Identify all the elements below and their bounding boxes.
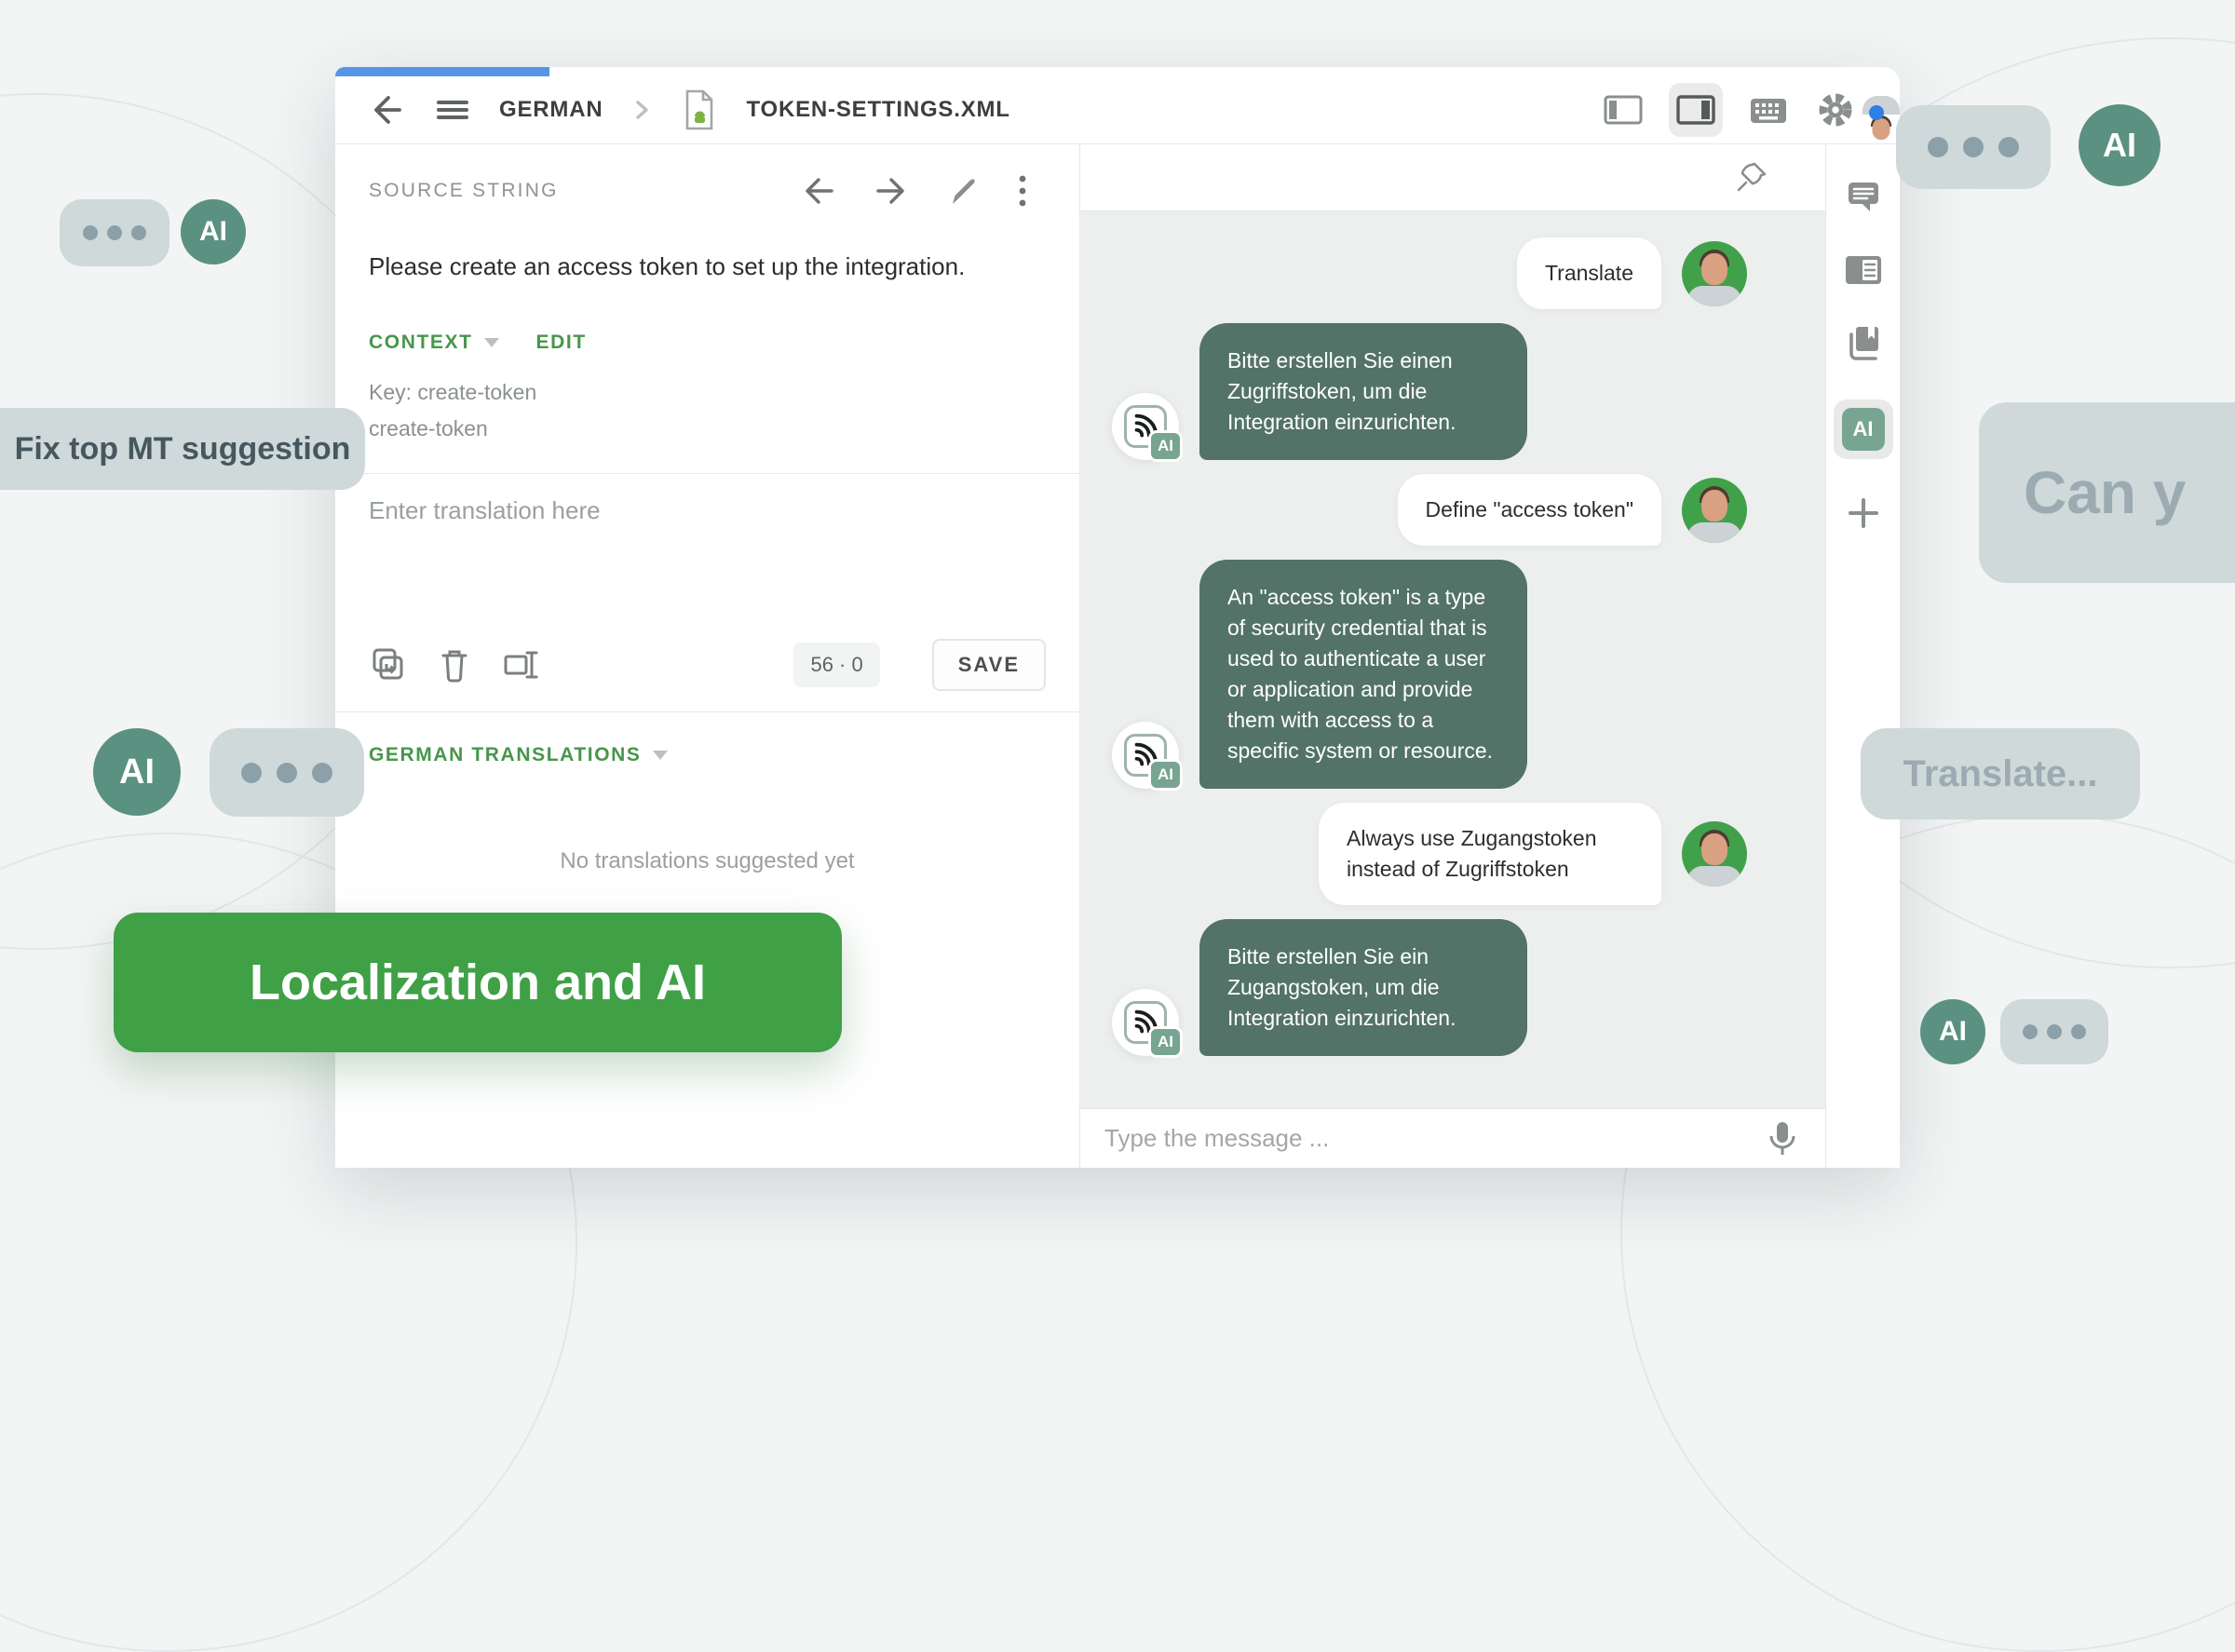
divider (335, 711, 1079, 712)
german-translations-section[interactable]: GERMAN TRANSLATIONS (369, 744, 1046, 766)
decor-dots-bubble (1896, 105, 2051, 189)
german-translations-label: GERMAN TRANSLATIONS (369, 744, 642, 766)
decor-ai-badge: AI (2079, 104, 2160, 186)
chat-message-ai: AI Bitte erstellen Sie einen Zugriffstok… (1080, 323, 1825, 460)
edit-context-link[interactable]: EDIT (536, 332, 587, 354)
next-string-icon[interactable] (873, 174, 910, 208)
breadcrumb-filename[interactable]: TOKEN-SETTINGS.XML (746, 97, 1009, 123)
translation-input[interactable] (369, 496, 1046, 634)
previous-string-icon[interactable] (800, 174, 837, 208)
menu-icon[interactable] (434, 91, 471, 129)
chat-input-bar (1080, 1108, 1825, 1168)
character-counter: 56 · 0 (793, 643, 879, 687)
add-tab-icon[interactable] (1845, 494, 1882, 532)
context-key: Key: create-token (369, 380, 1046, 405)
ai-avatar-badge: AI (1148, 759, 1183, 791)
file-icon (681, 88, 718, 131)
select-text-icon[interactable] (501, 645, 542, 684)
decor-ai-badge: AI (93, 728, 181, 816)
glossary-tab-icon[interactable] (1843, 323, 1884, 364)
clear-translation-icon[interactable] (436, 645, 473, 684)
keyboard-icon[interactable] (1747, 91, 1790, 129)
context-label: CONTEXT (369, 332, 473, 354)
layout-left-panel-icon[interactable] (1602, 90, 1645, 129)
chat-message-input[interactable] (1104, 1124, 1764, 1153)
decor-translate-bubble: Translate... (1861, 728, 2140, 819)
chat-messages: Translate AI Bitte erstellen Sie einen Z… (1080, 211, 1825, 1108)
progress-bar (335, 67, 549, 76)
page: { "colors": { "progress_blue": "#5694e6"… (0, 0, 2235, 1168)
ai-chat-panel: Translate AI Bitte erstellen Sie einen Z… (1080, 144, 1825, 1168)
chat-header (1080, 144, 1825, 211)
decor-dots-bubble (210, 728, 364, 817)
decor-dots-bubble (60, 199, 169, 266)
top-bar: GERMAN TOKEN-SETTINGS.XML (335, 76, 1900, 144)
edit-pencil-icon[interactable] (945, 173, 981, 209)
breadcrumb: GERMAN TOKEN-SETTINGS.XML (365, 88, 1010, 131)
save-button[interactable]: SAVE (932, 639, 1046, 691)
chat-message-user: Define "access token" (1080, 474, 1825, 546)
back-icon[interactable] (365, 89, 406, 130)
pin-icon[interactable] (1734, 159, 1771, 196)
user-avatar (1682, 821, 1747, 887)
message-text: Define "access token" (1398, 474, 1661, 546)
ai-avatar-badge: AI (1148, 1026, 1183, 1058)
message-text: Bitte erstellen Sie ein Zugangstoken, um… (1199, 919, 1527, 1056)
decor-ai-badge: AI (181, 199, 246, 264)
source-string-text: Please create an access token to set up … (369, 252, 1046, 281)
message-text: Always use Zugangstoken instead of Zugri… (1319, 803, 1661, 905)
no-translations-message: No translations suggested yet (369, 848, 1046, 874)
user-avatar (1682, 241, 1747, 306)
message-text: Translate (1517, 237, 1661, 309)
more-options-icon[interactable] (1016, 172, 1029, 210)
chevron-down-icon (484, 338, 499, 347)
ai-avatar: AI (1112, 393, 1179, 460)
chat-message-user: Translate (1080, 237, 1825, 309)
message-text: Bitte erstellen Sie einen Zugriffstoken,… (1199, 323, 1527, 460)
comments-tab-icon[interactable] (1843, 178, 1884, 217)
decor-ai-badge: AI (1920, 999, 1985, 1064)
chat-message-ai: AI Bitte erstellen Sie ein Zugangstoken,… (1080, 919, 1825, 1056)
user-avatar (1682, 478, 1747, 543)
right-sidebar: AI (1825, 144, 1900, 1168)
chevron-right-icon (630, 97, 653, 123)
topbar-actions (1602, 83, 1881, 137)
notification-dot (1869, 105, 1884, 120)
context-card-tab-icon[interactable] (1842, 252, 1885, 288)
ai-avatar: AI (1112, 989, 1179, 1056)
source-string-label: SOURCE STRING (369, 180, 559, 202)
message-text: An "access token" is a type of security … (1199, 560, 1527, 789)
decor-dots-bubble (2000, 999, 2108, 1064)
chevron-down-icon (653, 751, 668, 760)
ai-avatar: AI (1112, 722, 1179, 789)
context-dropdown[interactable]: CONTEXT (369, 332, 499, 354)
ai-assistant-tab[interactable]: AI (1834, 399, 1893, 459)
divider (335, 473, 1079, 474)
breadcrumb-language[interactable]: GERMAN (499, 97, 603, 123)
decor-can-bubble: Can y (1979, 402, 2235, 583)
decor-fix-suggestion-bubble: Fix top MT suggestion (0, 408, 365, 490)
ai-avatar-badge: AI (1148, 430, 1183, 462)
layout-right-panel-icon[interactable] (1669, 83, 1723, 137)
ai-tab-badge: AI (1842, 408, 1885, 451)
localization-ai-banner: Localization and AI (114, 913, 842, 1052)
context-value: create-token (369, 416, 1046, 441)
chat-message-ai: AI An "access token" is a type of securi… (1080, 560, 1825, 789)
chat-message-user: Always use Zugangstoken instead of Zugri… (1080, 803, 1825, 905)
settings-gear-icon[interactable] (1814, 88, 1857, 131)
copy-source-icon[interactable] (369, 645, 408, 684)
microphone-icon[interactable] (1764, 1118, 1801, 1159)
